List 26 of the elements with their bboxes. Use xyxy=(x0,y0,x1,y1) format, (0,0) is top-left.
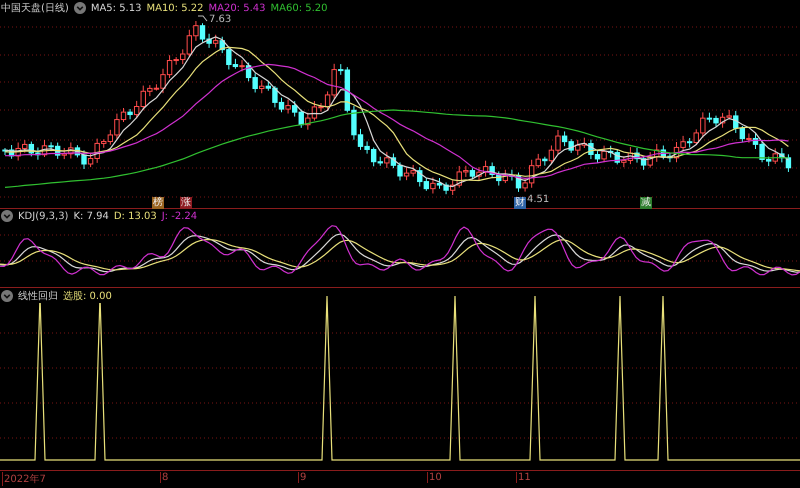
indicator-value: D: 13.03 xyxy=(114,210,157,222)
indicator-title: 线性回归 xyxy=(18,290,58,303)
leader-line xyxy=(198,16,208,22)
dropdown-icon[interactable] xyxy=(74,2,86,14)
indicator-value: 选股: 0.00 xyxy=(63,290,112,303)
indicator-value: MA10: 5.22 xyxy=(146,2,204,14)
low-price-label: 4.51 xyxy=(527,194,550,205)
event-tag[interactable]: 财 xyxy=(514,197,526,209)
indicator-title: KDJ(9,3,3) xyxy=(18,210,68,222)
dropdown-icon[interactable] xyxy=(1,210,13,222)
chart-title: 中国天盘(日线) xyxy=(1,2,69,15)
indicator-value: K: 7.94 xyxy=(73,210,109,222)
date-axis-label: 11 xyxy=(516,472,531,484)
indicator-value: MA20: 5.43 xyxy=(208,2,266,14)
indicator-value: J: -2.24 xyxy=(162,210,198,222)
dropdown-icon[interactable] xyxy=(1,290,13,302)
event-tag[interactable]: 减 xyxy=(640,197,652,209)
high-price-label: 7.63 xyxy=(209,14,232,25)
date-axis-label: 9 xyxy=(298,472,306,484)
event-tag[interactable]: 榜 xyxy=(152,197,164,209)
date-axis-label: 8 xyxy=(160,472,168,484)
indicator-value: MA5: 5.13 xyxy=(90,2,142,14)
event-tag[interactable]: 涨 xyxy=(180,197,192,209)
indicator-value: MA60: 5.20 xyxy=(270,2,328,14)
date-axis-label: 2022年7 xyxy=(2,472,46,486)
date-axis-label: 10 xyxy=(427,472,442,484)
